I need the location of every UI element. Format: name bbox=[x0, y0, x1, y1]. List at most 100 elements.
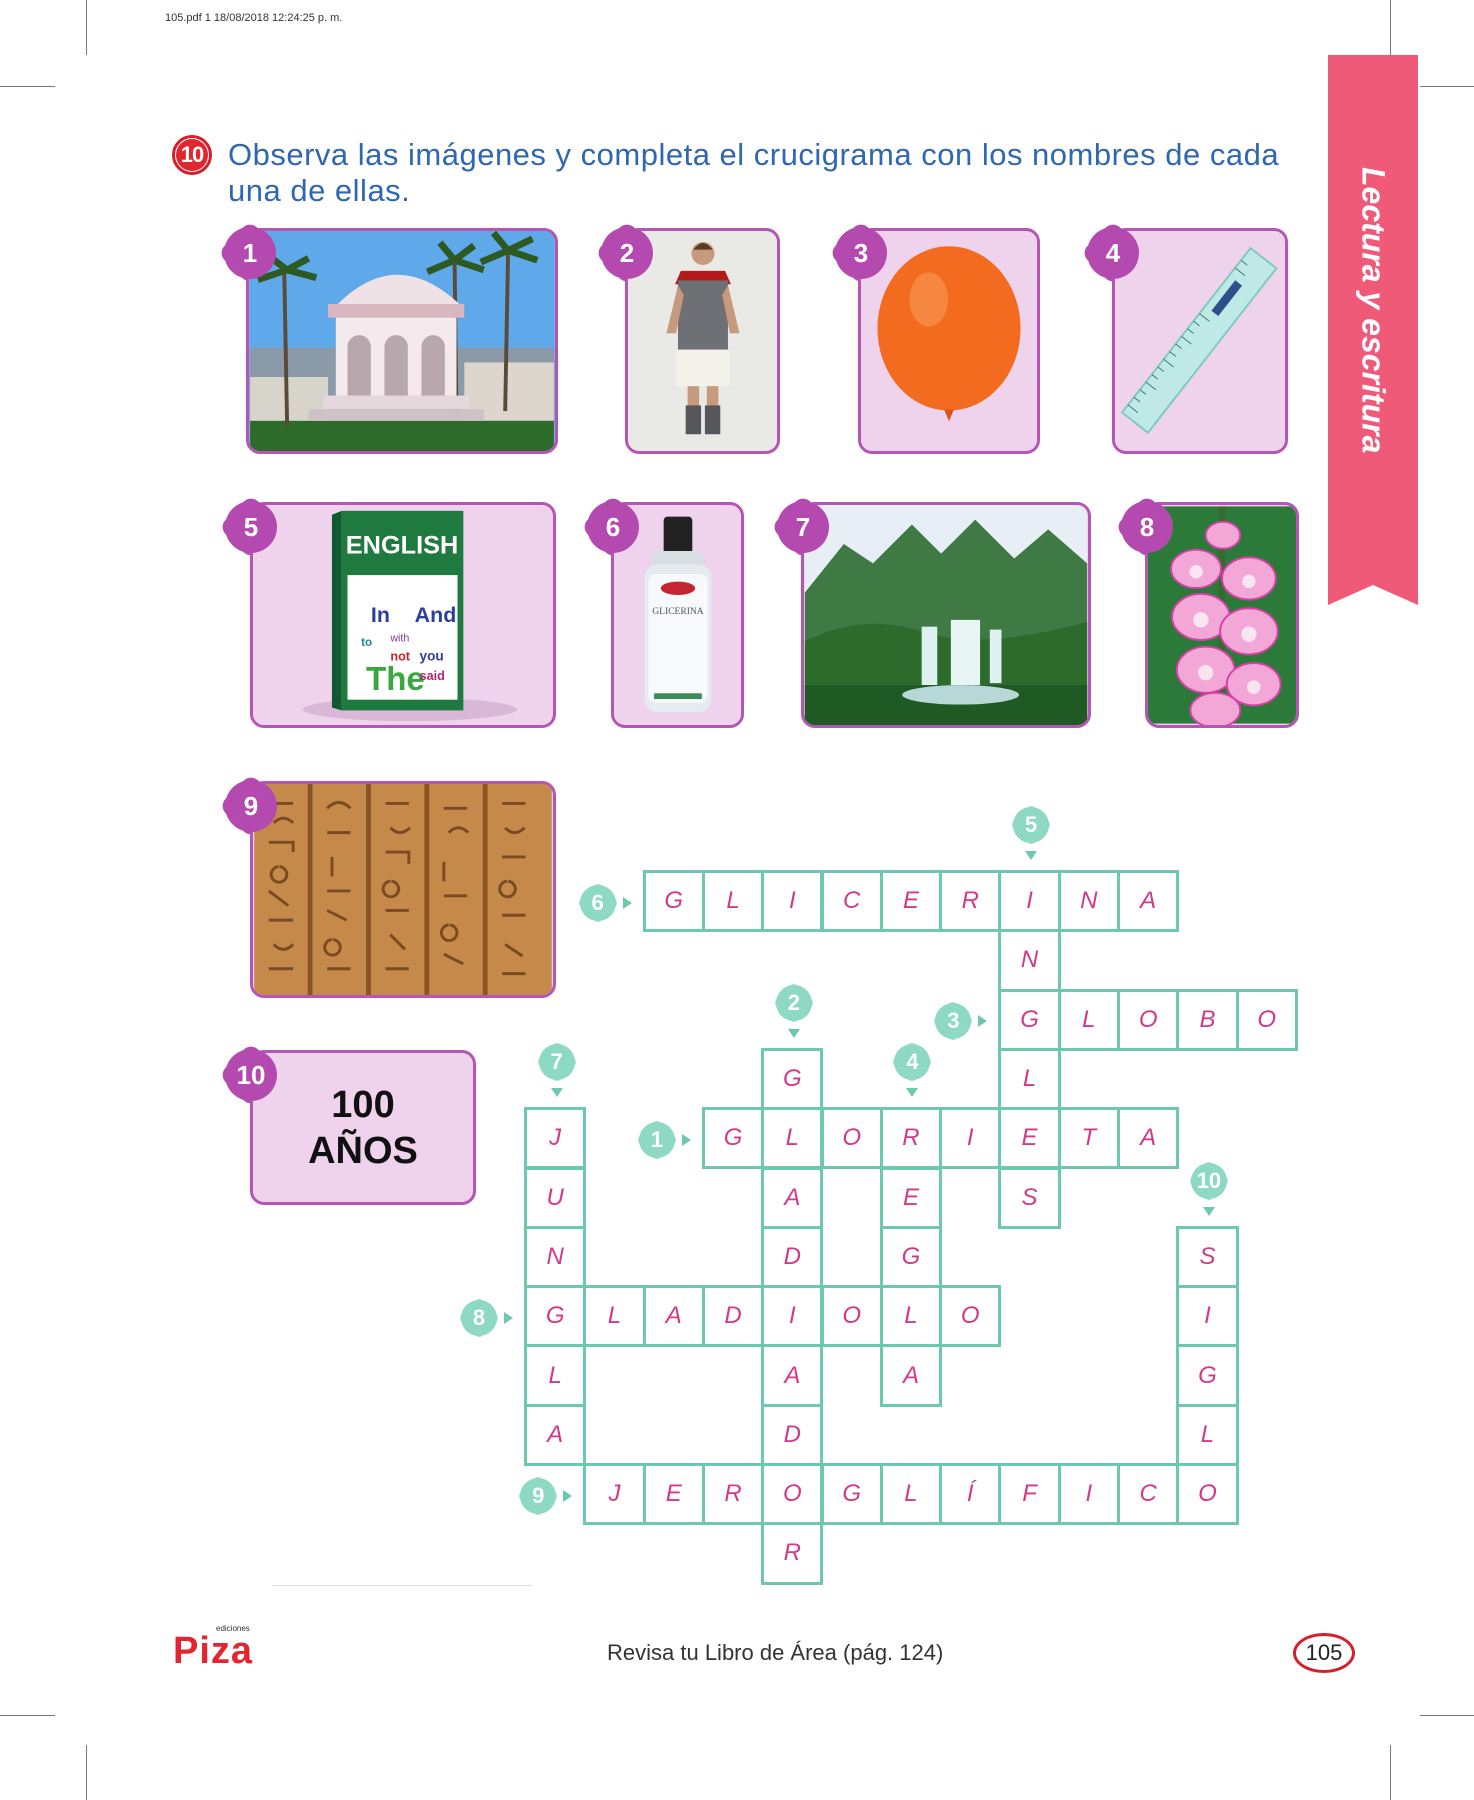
crossword-cell[interactable]: G bbox=[879, 1225, 943, 1289]
crossword-cell[interactable]: L bbox=[524, 1344, 587, 1407]
image-number-6: 6 bbox=[590, 504, 636, 550]
crop-mark bbox=[1390, 0, 1391, 55]
section-tab-label: Lectura y escritura bbox=[1355, 166, 1392, 454]
crossword-cell[interactable]: F bbox=[998, 1463, 1061, 1526]
publisher-logo: ediciones Piza bbox=[173, 1624, 253, 1673]
crossword-cell[interactable]: L bbox=[583, 1285, 646, 1348]
crossword-cell[interactable]: A bbox=[642, 1285, 705, 1348]
crossword-cell[interactable]: U bbox=[524, 1166, 587, 1229]
crossword-cell[interactable]: S bbox=[998, 1166, 1061, 1229]
crossword-cell[interactable]: I bbox=[1057, 1463, 1120, 1526]
crossword-cell[interactable]: L bbox=[1176, 1403, 1239, 1466]
arrow-down-icon bbox=[1202, 1206, 1215, 1216]
crossword-cell[interactable]: L bbox=[879, 1463, 943, 1526]
image-card-1 bbox=[246, 228, 558, 454]
image-number-7: 7 bbox=[780, 504, 826, 550]
crossword-cell[interactable]: R bbox=[701, 1463, 765, 1526]
crossword-cell[interactable]: O bbox=[820, 1107, 883, 1170]
crossword-cell[interactable]: G bbox=[820, 1463, 883, 1526]
book-word: with bbox=[389, 632, 409, 644]
crossword-cell[interactable]: D bbox=[761, 1403, 824, 1466]
image-number-3: 3 bbox=[838, 230, 884, 276]
crossword-cell[interactable]: N bbox=[998, 929, 1061, 992]
crossword-cell[interactable]: J bbox=[524, 1107, 587, 1170]
crossword-cell[interactable]: L bbox=[879, 1285, 943, 1348]
crossword-cell[interactable]: O bbox=[1235, 988, 1298, 1051]
clue-number-2: 2 bbox=[775, 984, 812, 1021]
crossword-cell[interactable]: A bbox=[1117, 870, 1180, 933]
crossword-cell[interactable]: A bbox=[879, 1344, 943, 1407]
crossword-cell[interactable]: O bbox=[939, 1285, 1002, 1348]
publisher-small: ediciones bbox=[216, 1624, 250, 1633]
crossword-cell[interactable]: E bbox=[879, 870, 943, 933]
crossword-cell[interactable]: G bbox=[1176, 1344, 1239, 1407]
image-number-2: 2 bbox=[604, 230, 650, 276]
exercise-number-badge: 10 bbox=[172, 135, 212, 175]
crossword-cell[interactable]: O bbox=[761, 1463, 824, 1526]
crossword-cell[interactable]: A bbox=[761, 1166, 824, 1229]
crossword-cell[interactable]: D bbox=[701, 1285, 765, 1348]
crossword-cell[interactable]: I bbox=[939, 1107, 1002, 1170]
crossword-cell[interactable]: A bbox=[524, 1403, 587, 1466]
book-title: ENGLISH bbox=[346, 532, 458, 560]
crossword-cell[interactable]: I bbox=[1176, 1285, 1239, 1348]
arrow-right-icon bbox=[563, 1489, 573, 1502]
print-header: 105.pdf 1 18/08/2018 12:24:25 p. m. bbox=[165, 12, 343, 24]
footer-note: Revisa tu Libro de Área (pág. 124) bbox=[607, 1640, 944, 1665]
crossword-cell[interactable]: I bbox=[761, 870, 824, 933]
crop-mark bbox=[86, 0, 87, 55]
crossword-cell[interactable]: G bbox=[701, 1107, 765, 1170]
crossword-cell[interactable]: C bbox=[820, 870, 883, 933]
gazebo-photo bbox=[250, 231, 554, 451]
crop-mark bbox=[0, 86, 55, 87]
clue-number-8: 8 bbox=[461, 1299, 497, 1336]
arrow-right-icon bbox=[622, 896, 632, 909]
crossword-cell[interactable]: A bbox=[1117, 1107, 1180, 1170]
clue-number-3: 3 bbox=[935, 1003, 972, 1040]
crossword-cell[interactable]: T bbox=[1057, 1107, 1120, 1170]
image-number-1: 1 bbox=[227, 230, 273, 276]
crossword-cell[interactable]: L bbox=[761, 1107, 824, 1170]
orange-balloon bbox=[861, 231, 1037, 451]
crossword-cell[interactable]: O bbox=[1117, 988, 1180, 1051]
image-card-3 bbox=[858, 228, 1040, 454]
crossword-cell[interactable]: O bbox=[820, 1285, 883, 1348]
bottle-label: GLICERINA bbox=[652, 606, 703, 617]
crossword-cell[interactable]: D bbox=[761, 1225, 824, 1289]
arrow-right-icon bbox=[504, 1311, 513, 1324]
crossword-cell[interactable]: G bbox=[998, 988, 1061, 1051]
crossword-cell[interactable]: R bbox=[879, 1107, 943, 1170]
crossword-cell[interactable]: G bbox=[642, 870, 705, 933]
crossword-cell[interactable]: L bbox=[1057, 988, 1120, 1051]
crossword-cell[interactable]: Í bbox=[939, 1463, 1002, 1526]
crossword-cell[interactable]: I bbox=[761, 1285, 824, 1348]
jungle-waterfall-photo bbox=[804, 505, 1088, 725]
crossword-cell[interactable]: N bbox=[524, 1225, 587, 1289]
crossword-cell[interactable]: G bbox=[761, 1047, 824, 1111]
crossword-cell[interactable]: R bbox=[761, 1522, 824, 1585]
crossword-cell[interactable]: G bbox=[524, 1285, 587, 1348]
card10-line2: AÑOS bbox=[308, 1129, 418, 1172]
page-number: 105 bbox=[1293, 1633, 1355, 1673]
crossword-cell[interactable]: E bbox=[998, 1107, 1061, 1170]
crossword-cell[interactable]: E bbox=[642, 1463, 705, 1526]
crossword-cell[interactable]: S bbox=[1176, 1225, 1239, 1289]
crossword-cell[interactable]: B bbox=[1176, 988, 1239, 1051]
image-number-8: 8 bbox=[1124, 504, 1170, 550]
crop-mark bbox=[86, 1745, 87, 1800]
crossword-cell[interactable]: A bbox=[761, 1344, 824, 1407]
crossword-cell[interactable]: L bbox=[998, 1047, 1061, 1111]
crossword-cell[interactable]: O bbox=[1176, 1463, 1239, 1526]
footer-rule bbox=[272, 1585, 532, 1586]
clue-number-10: 10 bbox=[1190, 1162, 1227, 1199]
crop-mark bbox=[1390, 1745, 1391, 1800]
crossword-cell[interactable]: J bbox=[583, 1463, 646, 1526]
crossword-cell[interactable]: C bbox=[1117, 1463, 1180, 1526]
crossword-cell[interactable]: R bbox=[939, 870, 1002, 933]
crossword-cell[interactable]: E bbox=[879, 1166, 943, 1229]
crossword-cell[interactable]: L bbox=[701, 870, 765, 933]
image-card-4 bbox=[1112, 228, 1288, 454]
book-word: said bbox=[420, 669, 445, 683]
crossword-cell[interactable]: N bbox=[1057, 870, 1120, 933]
crossword-cell[interactable]: I bbox=[998, 870, 1061, 933]
